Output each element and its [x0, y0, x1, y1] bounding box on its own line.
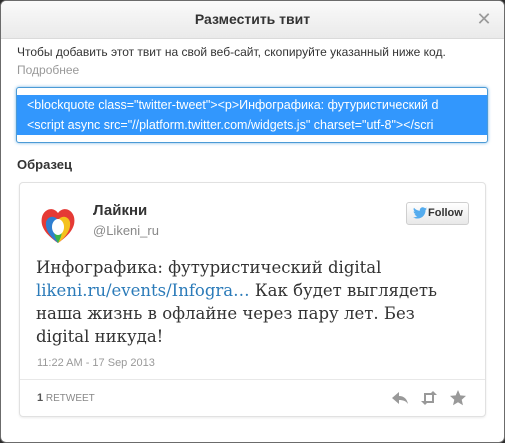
close-icon: ✕	[476, 9, 492, 29]
follow-button[interactable]: Follow	[406, 202, 469, 225]
dialog-header: Разместить твит ✕	[1, 1, 504, 39]
tweet-preview-card: Лайкни @Likeni_ru Follow Инфографика: фу…	[19, 182, 486, 417]
author-handle[interactable]: @Likeni_ru	[93, 223, 159, 238]
embed-tweet-dialog: Разместить твит ✕ Чтобы добавить этот тв…	[0, 0, 505, 443]
retweet-count: 1	[37, 392, 44, 404]
reply-icon[interactable]	[391, 389, 409, 407]
retweet-icon[interactable]	[420, 389, 438, 407]
avatar[interactable]	[36, 203, 80, 247]
tweet-text: Инфографика: футуристический digital lik…	[36, 256, 466, 348]
author-name[interactable]: Лайкни	[93, 202, 147, 219]
learn-more-link[interactable]: Подробнее	[17, 63, 79, 77]
dialog-title: Разместить твит	[194, 11, 311, 27]
tweet-text-start: Инфографика: футуристический digital	[36, 258, 382, 277]
preview-label: Образец	[17, 157, 72, 172]
divider	[20, 379, 485, 380]
embed-code-textarea[interactable]: <blockquote class="twitter-tweet"><p>Инф…	[16, 87, 488, 143]
retweet-label: RETWEET	[45, 393, 95, 404]
twitter-bird-icon	[413, 207, 427, 219]
embed-code-line: <script async src="//platform.twitter.co…	[17, 115, 487, 135]
favorite-icon[interactable]	[449, 389, 467, 407]
tweet-actions	[391, 389, 471, 407]
tweet-timestamp[interactable]: 11:22 AM - 17 Sep 2013	[37, 357, 155, 369]
retweet-stats[interactable]: 1 RETWEET	[37, 392, 95, 404]
embed-code-line: <blockquote class="twitter-tweet"><p>Инф…	[17, 95, 487, 115]
embed-instructions: Чтобы добавить этот твит на свой веб-сай…	[17, 45, 446, 59]
tweet-link[interactable]: likeni.ru/events/Infogra…	[36, 281, 250, 300]
close-button[interactable]: ✕	[474, 9, 494, 29]
follow-label: Follow	[428, 207, 463, 219]
